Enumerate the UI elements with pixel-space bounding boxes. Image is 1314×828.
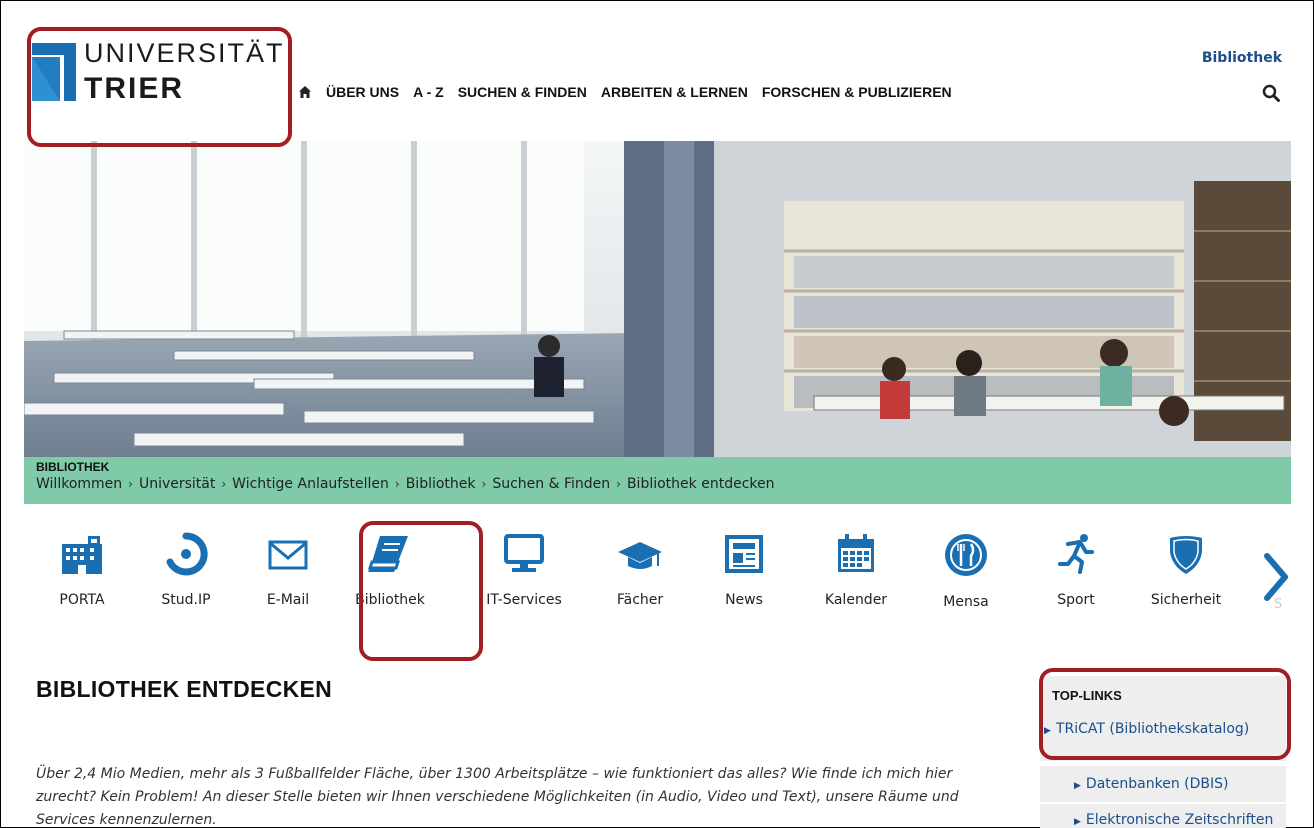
nav-item-forschen-publizieren[interactable]: FORSCHEN & PUBLIZIEREN bbox=[762, 84, 952, 100]
quicklink-faecher[interactable]: Fächer bbox=[590, 532, 690, 608]
studip-icon bbox=[166, 532, 208, 576]
breadcrumb-separator-icon: › bbox=[221, 477, 227, 491]
context-link-bibliothek[interactable]: Bibliothek bbox=[1202, 50, 1282, 66]
envelope-icon bbox=[268, 540, 308, 570]
home-icon[interactable] bbox=[298, 85, 312, 99]
main-nav: ÜBER UNS A - Z SUCHEN & FINDEN ARBEITEN … bbox=[298, 84, 952, 100]
chevron-right-icon[interactable] bbox=[1262, 552, 1290, 602]
breadcrumb-separator-icon: › bbox=[481, 477, 487, 491]
breadcrumb: Willkommen › Universität › Wichtige Anla… bbox=[36, 476, 1279, 492]
quicklink-label: News bbox=[725, 592, 763, 608]
quicklink-email[interactable]: E-Mail bbox=[238, 532, 338, 608]
quicklink-sport[interactable]: Sport bbox=[1026, 532, 1126, 608]
breadcrumb-item-suchen-finden[interactable]: Suchen & Finden bbox=[492, 476, 610, 492]
quicklink-news[interactable]: News bbox=[694, 532, 794, 608]
page-title: BIBLIOTHEK ENTDECKEN bbox=[36, 676, 333, 702]
annotation-highlight-logo bbox=[27, 27, 292, 147]
nav-item-arbeiten-lernen[interactable]: ARBEITEN & LERNEN bbox=[601, 84, 748, 100]
nav-item-ueber-uns[interactable]: ÜBER UNS bbox=[326, 84, 399, 100]
shield-icon bbox=[1170, 536, 1202, 574]
top-link-zeitschriften[interactable]: ▶ Elektronische Zeitschriften bbox=[1074, 811, 1273, 828]
breadcrumb-separator-icon: › bbox=[394, 477, 400, 491]
quicklink-mensa[interactable]: Mensa bbox=[916, 532, 1016, 610]
breadcrumb-item-universitaet[interactable]: Universität bbox=[139, 476, 215, 492]
quicklink-label: Sicherheit bbox=[1150, 592, 1222, 608]
quicklink-label: Kalender bbox=[824, 592, 888, 608]
top-link-label: Datenbanken (DBIS) bbox=[1085, 776, 1229, 792]
quicklink-label: Stud.IP bbox=[161, 592, 211, 608]
search-icon[interactable] bbox=[1262, 84, 1280, 102]
nav-item-suchen-finden[interactable]: SUCHEN & FINDEN bbox=[458, 84, 587, 100]
section-title: BIBLIOTHEK bbox=[36, 460, 110, 474]
quicklink-label: Fächer bbox=[616, 592, 664, 608]
top-link-label: Elektronische Zeitschriften bbox=[1085, 812, 1274, 828]
newspaper-icon bbox=[725, 535, 763, 573]
quicklink-studip[interactable]: Stud.IP bbox=[136, 532, 236, 608]
annotation-highlight-top-links bbox=[1039, 668, 1291, 760]
breadcrumb-item-willkommen[interactable]: Willkommen bbox=[36, 476, 122, 492]
quicklinks-bar: PORTA Stud.IP E-Mail Bibliothek IT-Servi… bbox=[24, 532, 1291, 622]
monitor-icon bbox=[504, 534, 544, 572]
breadcrumb-bar: BIBLIOTHEK Willkommen › Universität › Wi… bbox=[24, 457, 1291, 504]
annotation-highlight-bibliothek bbox=[359, 521, 483, 661]
quicklink-label: Sport bbox=[1057, 592, 1095, 608]
building-icon bbox=[62, 536, 102, 574]
quicklink-label: E-Mail bbox=[266, 592, 310, 608]
top-link-dbis[interactable]: ▶ Datenbanken (DBIS) bbox=[1074, 775, 1228, 795]
triangle-right-icon: ▶ bbox=[1074, 781, 1081, 791]
quicklink-clipped-label: S bbox=[1274, 597, 1283, 612]
breadcrumb-separator-icon: › bbox=[128, 477, 133, 491]
breadcrumb-item-bibliothek[interactable]: Bibliothek bbox=[406, 476, 476, 492]
calendar-icon bbox=[838, 534, 874, 572]
breadcrumb-item-current: Bibliothek entdecken bbox=[626, 476, 775, 492]
nav-item-a-z[interactable]: A - Z bbox=[413, 84, 444, 100]
triangle-right-icon: ▶ bbox=[1074, 817, 1081, 827]
quicklink-porta[interactable]: PORTA bbox=[32, 532, 132, 608]
hero-image bbox=[24, 141, 1291, 457]
quicklink-label: PORTA bbox=[59, 592, 105, 608]
graduation-cap-icon bbox=[618, 542, 662, 569]
breadcrumb-separator-icon: › bbox=[616, 477, 621, 491]
quicklink-sicherheit[interactable]: Sicherheit bbox=[1136, 532, 1236, 608]
quicklink-kalender[interactable]: Kalender bbox=[806, 532, 906, 608]
quicklink-label: Mensa bbox=[943, 594, 989, 610]
intro-paragraph: Über 2,4 Mio Medien, mehr als 3 Fußballf… bbox=[36, 766, 959, 828]
breadcrumb-item-anlaufstellen[interactable]: Wichtige Anlaufstellen bbox=[232, 476, 389, 492]
cutlery-icon bbox=[945, 534, 987, 576]
running-icon bbox=[1058, 534, 1094, 574]
quicklink-label: IT-Services bbox=[486, 592, 562, 608]
quicklink-it-services[interactable]: IT-Services bbox=[474, 532, 574, 608]
